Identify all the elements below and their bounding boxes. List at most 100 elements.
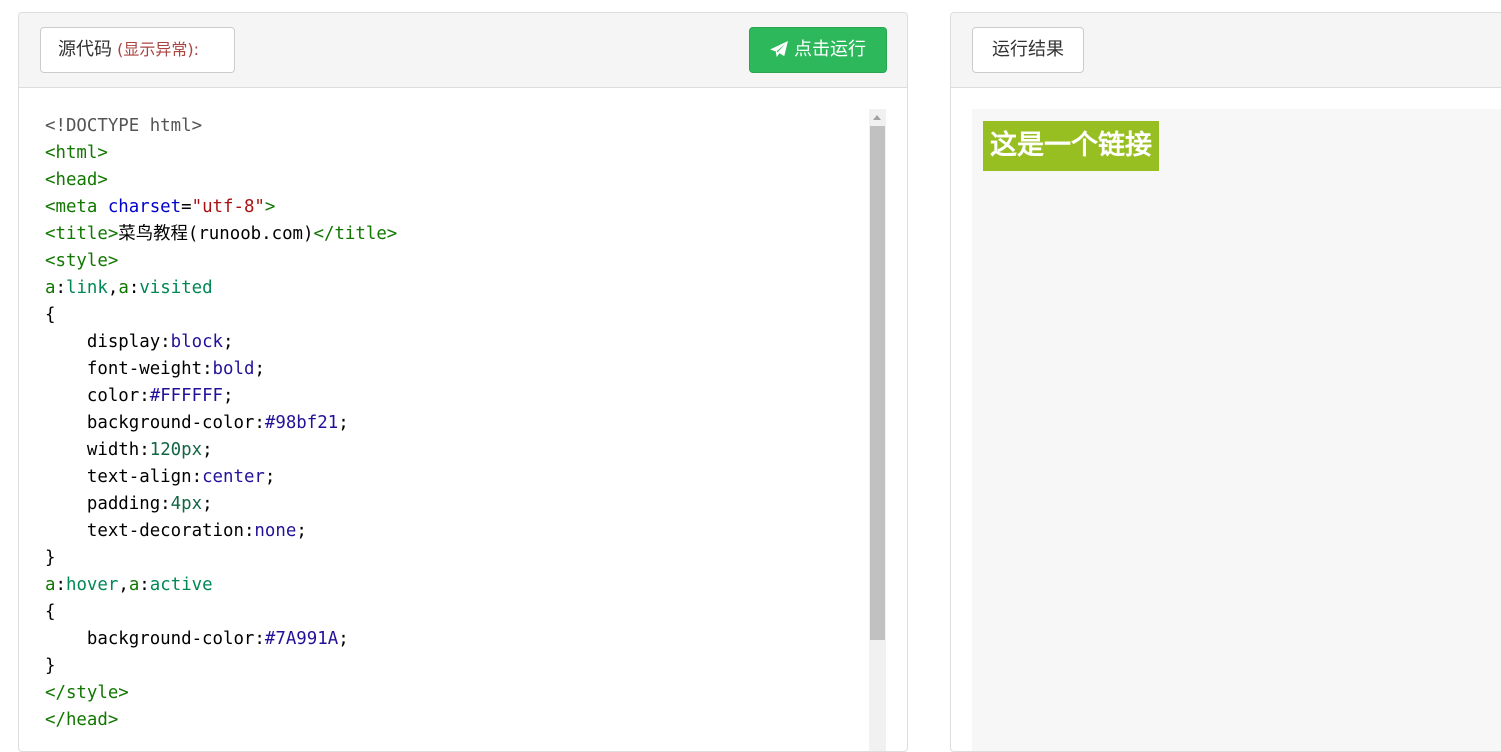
code-token: {: [45, 602, 56, 622]
code-line: <style>: [45, 248, 397, 275]
code-token: {: [45, 305, 56, 325]
code-text: <!DOCTYPE html> <html> <head> <meta charset…: [45, 113, 397, 734]
code-token: block: [170, 332, 224, 352]
code-token: :: [254, 629, 265, 649]
code-token: }: [45, 656, 56, 676]
code-token: ,: [107, 278, 119, 298]
result-label-button[interactable]: 运行结果: [972, 27, 1084, 73]
code-line: </head>: [45, 707, 397, 734]
result-panel-heading: 运行结果: [951, 13, 1501, 88]
code-token: :: [55, 575, 66, 595]
code-token: font-weight: [45, 359, 203, 379]
code-token: ;: [296, 521, 307, 541]
demo-link[interactable]: 这是一个链接: [983, 121, 1159, 171]
display-error-link[interactable]: 显示异常: [123, 40, 187, 59]
code-token: 120px: [149, 440, 203, 460]
paper-plane-icon: [770, 41, 788, 58]
code-line: <meta charset="utf-8">: [45, 194, 397, 221]
code-token: :: [139, 575, 150, 595]
scrollbar-thumb[interactable]: [870, 126, 885, 640]
code-token: =: [181, 197, 192, 217]
code-token: #98bf21: [264, 413, 339, 433]
code-token: >: [264, 197, 276, 217]
display-error-wrapper: (显示异常):: [112, 40, 199, 59]
code-token: <html>: [45, 143, 108, 163]
code-line: a:link,a:visited: [45, 275, 397, 302]
code-editor[interactable]: <!DOCTYPE html> <html> <head> <meta charset…: [45, 109, 887, 751]
code-token: </title>: [313, 224, 398, 244]
code-line: width:120px;: [45, 437, 397, 464]
code-token: ;: [254, 359, 265, 379]
code-line: <title>菜鸟教程(runoob.com)</title>: [45, 221, 397, 248]
code-token: bold: [212, 359, 255, 379]
code-token: :: [243, 521, 255, 541]
run-button-label: 点击运行: [794, 39, 866, 60]
code-token: ;: [202, 440, 213, 460]
code-line: background-color:#98bf21;: [45, 410, 397, 437]
code-token: :: [191, 467, 203, 487]
source-panel-heading: 源代码 (显示异常): 点击运行: [19, 13, 907, 88]
code-token: <head>: [45, 170, 108, 190]
code-token: </style>: [45, 683, 129, 703]
code-token: :: [128, 278, 140, 298]
code-token: background-color: [45, 629, 255, 649]
code-token: charset: [107, 197, 182, 217]
code-line: background-color:#7A991A;: [45, 626, 397, 653]
code-token: width: [45, 440, 140, 460]
editor-scrollbar[interactable]: [869, 109, 886, 751]
code-token: center: [202, 467, 265, 487]
source-code-label-button[interactable]: 源代码 (显示异常):: [40, 27, 235, 73]
code-token: ;: [223, 332, 234, 352]
code-token: :: [160, 494, 171, 514]
code-token: #7A991A: [264, 629, 339, 649]
code-token: </head>: [45, 710, 119, 730]
code-token: ;: [223, 386, 234, 406]
code-token: <!DOCTYPE html>: [45, 116, 203, 136]
code-token: :: [139, 440, 150, 460]
code-line: font-weight:bold;: [45, 356, 397, 383]
code-token: <title>: [45, 224, 119, 244]
code-line: padding:4px;: [45, 491, 397, 518]
code-line: }: [45, 653, 397, 680]
source-code-label: 源代码: [58, 39, 112, 60]
code-token: display: [45, 332, 161, 352]
code-token: a: [45, 278, 56, 298]
code-token: link: [65, 278, 108, 298]
code-line: </style>: [45, 680, 397, 707]
code-token: :: [55, 278, 66, 298]
scroll-up-arrow-icon[interactable]: [873, 115, 881, 120]
code-line: <html>: [45, 140, 397, 167]
code-token: background-color: [45, 413, 255, 433]
code-token: text-align: [45, 467, 192, 487]
code-token: <style>: [45, 251, 119, 271]
code-token: #FFFFFF: [149, 386, 224, 406]
code-line: text-decoration:none;: [45, 518, 397, 545]
code-token: :: [254, 413, 265, 433]
code-line: {: [45, 599, 397, 626]
code-token: "utf-8": [191, 197, 265, 217]
code-token: padding: [45, 494, 161, 514]
code-line: text-align:center;: [45, 464, 397, 491]
code-token: hover: [65, 575, 119, 595]
code-token: ,: [118, 575, 129, 595]
code-line: }: [45, 545, 397, 572]
source-code-panel: 源代码 (显示异常): 点击运行 <!DOCTYPE html> <html> <h…: [18, 12, 908, 752]
code-token: 4px: [170, 494, 203, 514]
code-token: a: [45, 575, 56, 595]
run-button[interactable]: 点击运行: [749, 27, 887, 73]
result-panel: 运行结果 这是一个链接: [950, 12, 1501, 752]
code-token: ;: [338, 413, 349, 433]
code-line: {: [45, 302, 397, 329]
result-frame: 这是一个链接: [972, 109, 1501, 751]
code-line: color:#FFFFFF;: [45, 383, 397, 410]
code-token: ;: [202, 494, 213, 514]
code-token: :: [202, 359, 213, 379]
code-token: ;: [264, 467, 276, 487]
code-line: <head>: [45, 167, 397, 194]
code-token: active: [149, 575, 213, 595]
code-token: visited: [139, 278, 213, 298]
code-token: a: [118, 278, 129, 298]
code-token: :: [160, 332, 171, 352]
code-token: <meta: [45, 197, 108, 217]
code-token: :: [139, 386, 150, 406]
